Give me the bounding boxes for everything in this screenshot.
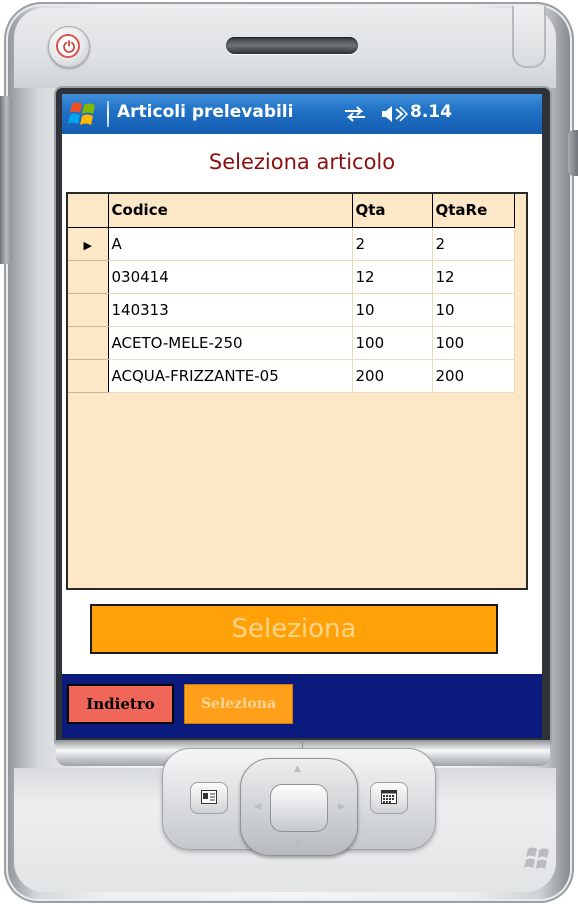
current-row-icon: ▶ <box>83 238 92 252</box>
cell-qtare[interactable]: 12 <box>432 260 515 294</box>
stylus-slot[interactable] <box>512 6 546 68</box>
title-separator <box>107 101 109 127</box>
windows-start-icon[interactable] <box>68 100 98 128</box>
power-icon: ⏻ <box>63 38 75 56</box>
table-row[interactable]: ▶ A 2 2 <box>68 227 515 261</box>
cell-qtare[interactable]: 2 <box>432 227 515 261</box>
cell-qta[interactable]: 200 <box>352 359 433 393</box>
table-row[interactable]: 140313 10 10 <box>68 293 515 327</box>
row-selector[interactable] <box>68 359 109 393</box>
cell-qtare[interactable]: 10 <box>432 293 515 327</box>
right-side-notch <box>568 130 578 176</box>
articles-grid[interactable]: Codice Qta QtaRe ▶ A 2 2 030414 12 12 14… <box>66 192 528 590</box>
contacts-icon <box>201 790 217 804</box>
calendar-key[interactable] <box>370 782 408 814</box>
dpad-down-icon[interactable]: ▼ <box>294 840 301 850</box>
windows-mobile-logo-icon <box>524 847 549 869</box>
cell-codice[interactable]: ACETO-MELE-250 <box>108 326 353 360</box>
dpad-up-icon[interactable]: ▲ <box>294 764 301 774</box>
articles-table: Codice Qta QtaRe ▶ A 2 2 030414 12 12 14… <box>68 194 515 393</box>
grid-header-row: Codice Qta QtaRe <box>68 194 515 228</box>
cell-qta[interactable]: 10 <box>352 293 433 327</box>
cell-qtare[interactable]: 100 <box>432 326 515 360</box>
dpad-right-icon[interactable]: ▶ <box>338 802 345 812</box>
cell-codice[interactable]: 030414 <box>108 260 353 294</box>
dpad-action-button[interactable] <box>270 784 328 832</box>
cell-codice[interactable]: ACQUA-FRIZZANTE-05 <box>108 359 353 393</box>
row-selector[interactable]: ▶ <box>68 227 109 261</box>
column-header-codice[interactable]: Codice <box>108 194 353 228</box>
form-title: Seleziona articolo <box>208 150 396 174</box>
clock[interactable]: 8.14 <box>410 102 452 122</box>
column-header-qtare[interactable]: QtaRe <box>432 194 515 228</box>
row-selector[interactable] <box>68 293 109 327</box>
table-row[interactable]: ACQUA-FRIZZANTE-05 200 200 <box>68 359 515 393</box>
row-selector[interactable] <box>68 260 109 294</box>
side-key[interactable] <box>0 96 12 264</box>
device-screen: Articoli prelevabili 8.14 Seleziona arti… <box>62 94 542 738</box>
softkey-back[interactable]: Indietro <box>67 684 174 724</box>
cell-qtare[interactable]: 200 <box>432 359 515 393</box>
softkey-bar: Indietro Seleziona <box>62 674 542 738</box>
row-header-corner <box>68 194 109 228</box>
app-title: Articoli prelevabili <box>117 102 294 122</box>
dpad-left-icon[interactable]: ◀ <box>254 802 261 812</box>
softkey-select[interactable]: Seleziona <box>184 684 293 724</box>
cell-codice[interactable]: A <box>108 227 353 261</box>
earpiece-speaker <box>226 37 358 54</box>
cell-qta[interactable]: 12 <box>352 260 433 294</box>
title-bar: Articoli prelevabili 8.14 <box>62 94 542 134</box>
cell-codice[interactable]: 140313 <box>108 293 353 327</box>
cell-qta[interactable]: 100 <box>352 326 433 360</box>
sync-icon[interactable] <box>343 106 367 122</box>
contacts-key[interactable] <box>190 782 228 814</box>
row-selector[interactable] <box>68 326 109 360</box>
table-row[interactable]: ACETO-MELE-250 100 100 <box>68 326 515 360</box>
table-row[interactable]: 030414 12 12 <box>68 260 515 294</box>
select-button[interactable]: Seleziona <box>90 604 498 654</box>
speaker-icon[interactable] <box>380 104 408 124</box>
column-header-qta[interactable]: Qta <box>352 194 433 228</box>
calendar-icon <box>381 790 397 804</box>
cell-qta[interactable]: 2 <box>352 227 433 261</box>
power-button[interactable]: ⏻ <box>48 26 90 68</box>
